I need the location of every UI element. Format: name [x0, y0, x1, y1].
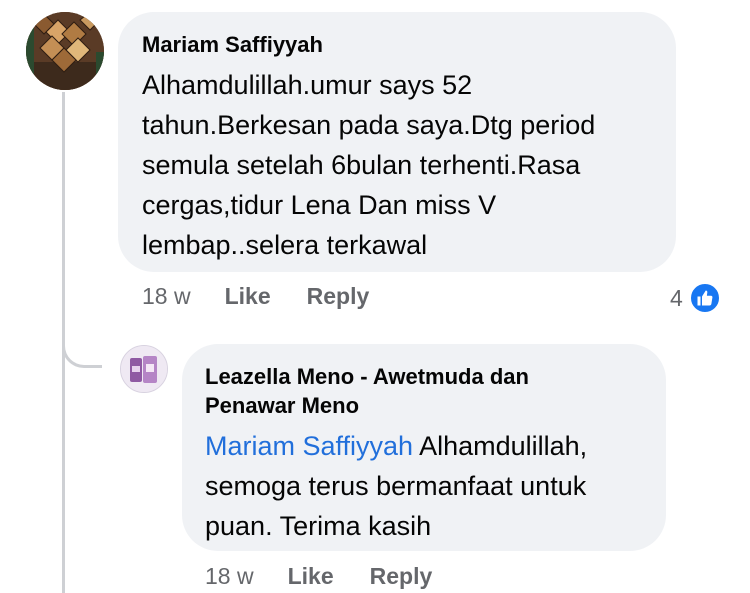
reply-author-line: Leazella Meno - Awetmuda dan: [205, 364, 529, 389]
reaction-count: 4: [670, 284, 683, 311]
comment-bubble: Mariam Saffiyyah Alhamdulillah.umur says…: [118, 12, 676, 272]
reply-author[interactable]: Leazella Meno - Awetmuda dan Penawar Men…: [205, 362, 643, 420]
reply-connector-curve: [62, 310, 102, 368]
comment-timestamp[interactable]: 18 w: [142, 283, 191, 310]
comment-actions: 18 w Like Reply: [142, 283, 405, 310]
comment-text-line: cergas,tidur Lena Dan miss V: [142, 190, 497, 220]
mention-link[interactable]: Mariam Saffiyyah: [205, 431, 413, 461]
reply-actions: 18 w Like Reply: [205, 563, 468, 590]
reply-avatar-image: [121, 346, 167, 392]
reply-text: Mariam Saffiyyah Alhamdulillah, semoga t…: [205, 426, 643, 546]
comment-author[interactable]: Mariam Saffiyyah: [142, 30, 652, 59]
reply-author-line: Penawar Meno: [205, 393, 360, 418]
reply-button[interactable]: Reply: [307, 283, 370, 310]
reply-text-line: Mariam Saffiyyah Alhamdulillah,: [205, 426, 643, 466]
thumbs-up-icon: [688, 282, 721, 314]
reply-text-line: semoga terus bermanfaat untuk: [205, 471, 587, 501]
reply-avatar[interactable]: [120, 345, 168, 393]
comment-text-line: semula setelah 6bulan terhenti.Rasa: [142, 150, 581, 180]
like-button[interactable]: Like: [225, 283, 271, 310]
reply-like-button[interactable]: Like: [288, 563, 334, 590]
comment-text: Alhamdulillah.umur says 52 tahun.Berkesa…: [142, 65, 652, 265]
avatar[interactable]: [26, 12, 104, 90]
reply-reply-button[interactable]: Reply: [370, 563, 433, 590]
comment-text-line: lembap..selera terkawal: [142, 230, 428, 260]
reaction-summary[interactable]: 4: [670, 282, 721, 314]
avatar-image: [26, 12, 104, 90]
comment-text-line: tahun.Berkesan pada saya.Dtg period: [142, 110, 596, 140]
reply-text-line: puan. Terima kasih: [205, 511, 432, 541]
reply-timestamp[interactable]: 18 w: [205, 563, 254, 590]
reply-text-fragment: Alhamdulillah,: [413, 431, 588, 461]
comment-text-line: Alhamdulillah.umur says 52: [142, 70, 473, 100]
reply-bubble: Leazella Meno - Awetmuda dan Penawar Men…: [182, 344, 666, 551]
